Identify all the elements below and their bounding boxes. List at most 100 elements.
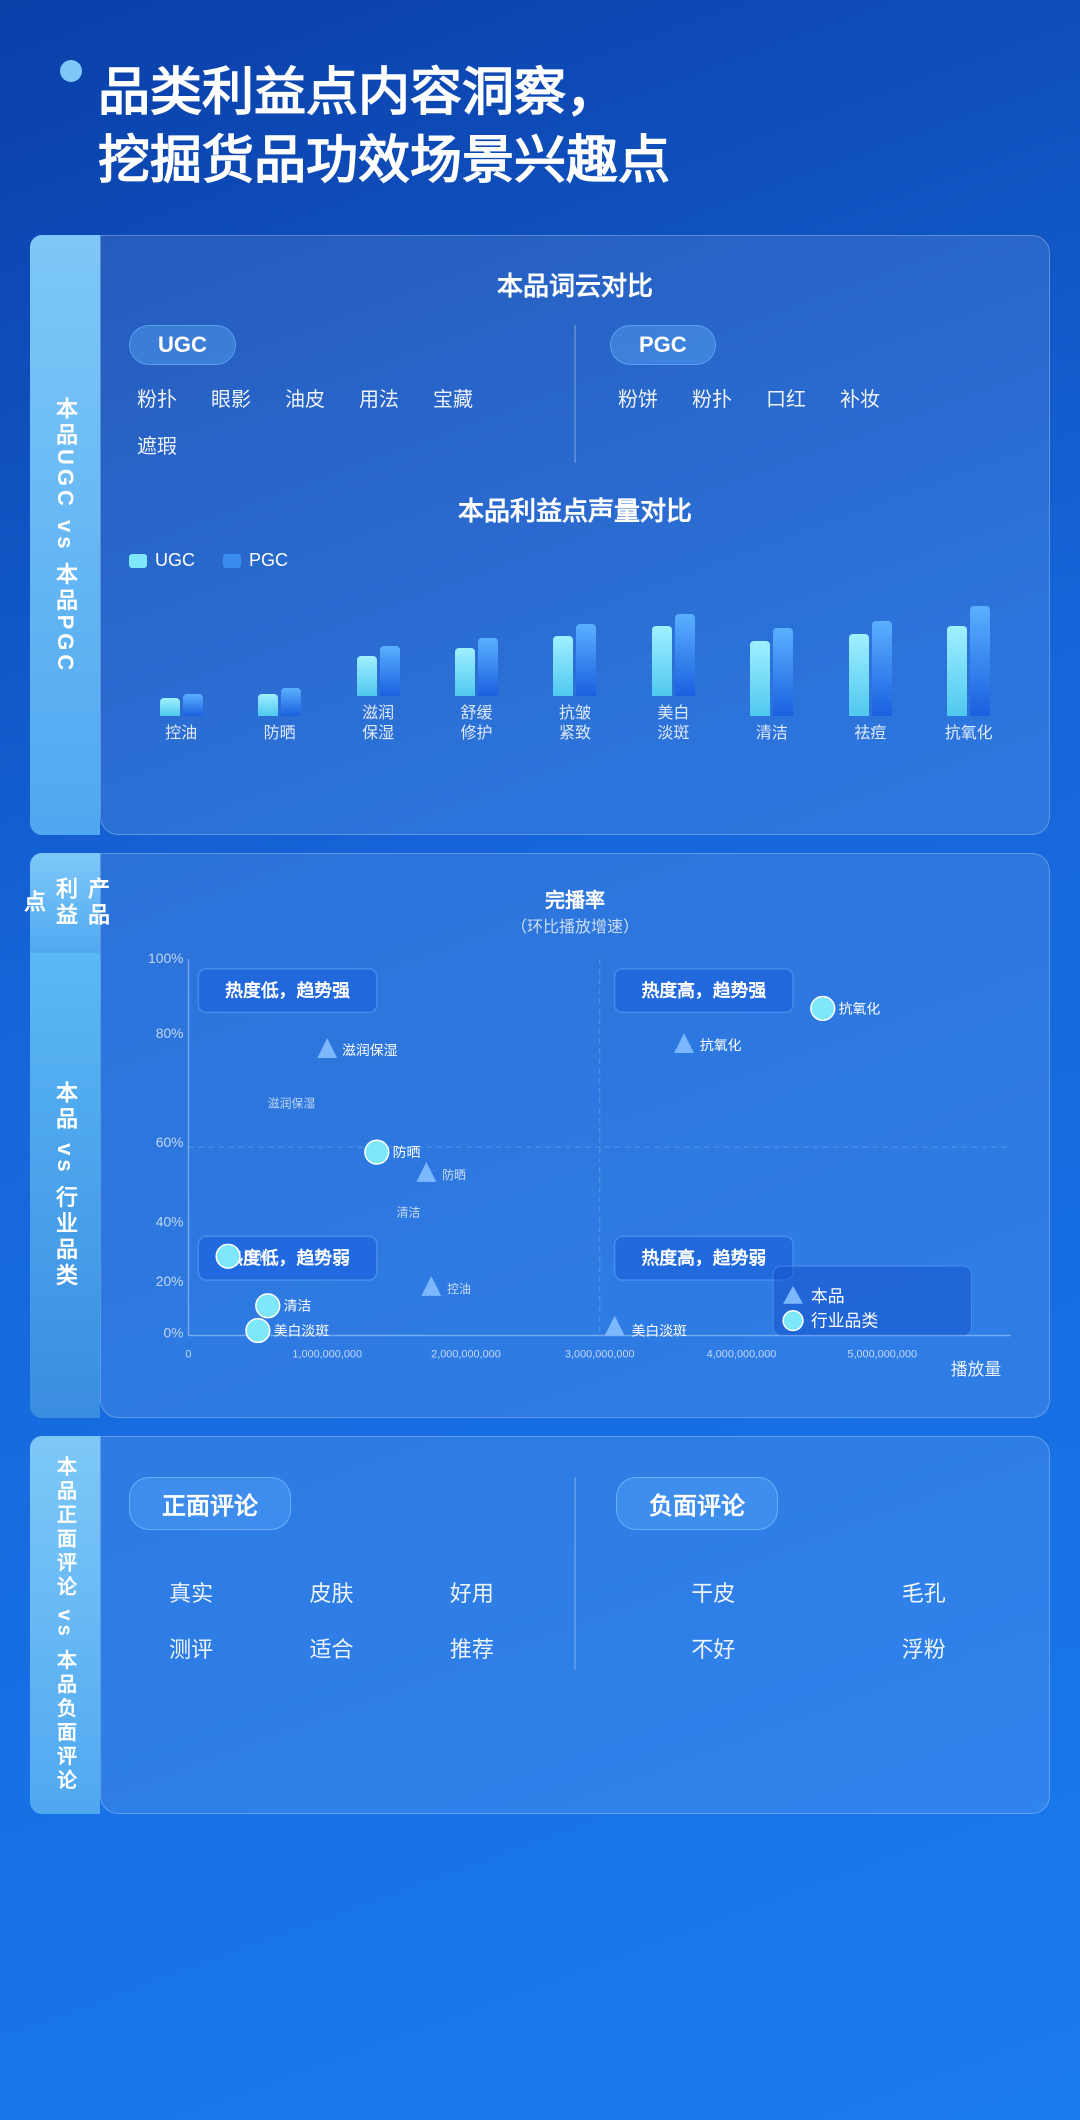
bar-label: 控油 — [165, 724, 197, 745]
svg-text:滋润保湿: 滋润保湿 — [342, 1042, 398, 1058]
bar-chart-title: 本品利益点声量对比 — [129, 491, 1021, 528]
tag: 好用 — [410, 1570, 534, 1614]
tag: 毛孔 — [827, 1570, 1022, 1614]
svg-text:防晒: 防晒 — [442, 1168, 466, 1182]
bar-pair — [160, 586, 203, 716]
ugc-words: 粉扑 眼影 油皮 用法 宝藏 遮瑕 — [129, 379, 540, 463]
bar-pair — [553, 566, 596, 696]
bar-pair — [849, 586, 892, 716]
legend-pgc-label: PGC — [249, 550, 288, 571]
svg-text:100%: 100% — [148, 950, 183, 966]
svg-text:0%: 0% — [163, 1325, 183, 1341]
bar-pair — [750, 586, 793, 716]
bar-pgc — [576, 624, 596, 696]
ugc-label: UGC — [129, 325, 236, 365]
bar-group: 抗氧化 — [927, 586, 1011, 745]
bar-pair — [947, 586, 990, 716]
bar-group: 舒缓修护 — [434, 566, 518, 746]
wc-word: 眼影 — [203, 379, 259, 416]
bar-chart: 控油 防晒 滋润保湿 — [129, 585, 1021, 745]
svg-text:热度高，趋势弱: 热度高，趋势弱 — [641, 1247, 766, 1268]
svg-text:控油: 控油 — [447, 1282, 471, 1296]
bar-ugc — [849, 634, 869, 716]
svg-text:40%: 40% — [156, 1214, 184, 1230]
pgc-words: 粉饼 粉扑 口红 补妆 — [610, 379, 1021, 416]
svg-text:抗氧化: 抗氧化 — [839, 1001, 881, 1017]
positive-tags: 真实 皮肤 好用 测评 适合 推荐 — [129, 1570, 534, 1670]
svg-text:5,000,000,000: 5,000,000,000 — [847, 1348, 917, 1360]
wc-word: 用法 — [351, 379, 407, 416]
ugc-col: UGC 粉扑 眼影 油皮 用法 宝藏 遮瑕 — [129, 325, 540, 463]
svg-text:滋润保湿: 滋润保湿 — [268, 1097, 316, 1111]
legend-pgc: PGC — [223, 550, 288, 571]
positive-col: 正面评论 真实 皮肤 好用 测评 适合 推荐 — [129, 1477, 534, 1670]
svg-text:播放量: 播放量 — [951, 1360, 1002, 1379]
section2-card: 完播率 （环比播放增速） 100% 80% 60% 40% 20% — [100, 853, 1050, 1418]
tag: 测评 — [129, 1626, 253, 1670]
comments-row: 正面评论 真实 皮肤 好用 测评 适合 推荐 负面评论 — [129, 1477, 1021, 1670]
section1-card: 本品词云对比 UGC 粉扑 眼影 油皮 用法 宝藏 遮瑕 PGC — [100, 235, 1050, 835]
bar-group: 控油 — [139, 586, 223, 745]
wc-word: 口红 — [758, 379, 814, 416]
header-title-line2: 挖掘货品功效场景兴趣点 — [98, 128, 670, 196]
svg-text:0: 0 — [185, 1348, 191, 1360]
bar-label: 抗氧化 — [945, 724, 993, 745]
svg-text:60%: 60% — [156, 1134, 184, 1150]
bar-pair — [652, 566, 695, 696]
tag: 皮肤 — [269, 1570, 393, 1614]
bar-label: 祛痘 — [854, 724, 886, 745]
wc-divider — [574, 325, 576, 463]
svg-text:1,000,000,000: 1,000,000,000 — [292, 1348, 362, 1360]
wc-word: 粉饼 — [610, 379, 666, 416]
bar-group: 防晒 — [237, 586, 321, 745]
section2-row: 产品利益点 本品 vs 行业品类 完播率 （环比播放增速） — [30, 853, 1050, 1418]
bar-ugc — [160, 698, 180, 716]
scatter-y-title: 完播率 （环比播放增速） — [129, 884, 1021, 937]
sidebar-label-section1: 本品UGC vs 本品PGC — [30, 235, 100, 835]
bar-pgc — [970, 606, 990, 716]
svg-text:2,000,000,000: 2,000,000,000 — [431, 1348, 501, 1360]
sidebar-label-top: 产品利益点 — [30, 853, 100, 953]
bar-ugc — [455, 648, 475, 696]
bar-ugc — [947, 626, 967, 716]
svg-text:防晒: 防晒 — [393, 1144, 421, 1160]
bar-ugc — [750, 641, 770, 716]
bar-label: 美白淡斑 — [657, 704, 689, 746]
bar-group: 滋润保湿 — [336, 566, 420, 746]
bar-pgc — [281, 688, 301, 716]
bar-pair — [258, 586, 301, 716]
svg-text:热度低，趋势强: 热度低，趋势强 — [225, 980, 350, 1001]
legend-box-pgc — [223, 554, 241, 568]
bar-label: 清洁 — [756, 724, 788, 745]
tag: 适合 — [269, 1626, 393, 1670]
legend-box-ugc — [129, 554, 147, 568]
comments-divider — [574, 1477, 576, 1670]
svg-text:4,000,000,000: 4,000,000,000 — [707, 1348, 777, 1360]
bar-label: 防晒 — [264, 724, 296, 745]
svg-text:清洁: 清洁 — [284, 1298, 312, 1314]
bar-label: 滋润保湿 — [362, 704, 394, 746]
bar-ugc — [258, 694, 278, 716]
svg-text:热度高，趋势强: 热度高，趋势强 — [641, 980, 766, 1001]
tag: 推荐 — [410, 1626, 534, 1670]
bar-group: 抗皱紧致 — [533, 566, 617, 746]
bar-pgc — [380, 646, 400, 696]
bar-chart-section: 本品利益点声量对比 UGC PGC — [129, 491, 1021, 745]
section1-row: 本品UGC vs 本品PGC 本品词云对比 UGC 粉扑 眼影 油皮 用法 宝藏… — [30, 235, 1050, 835]
negative-tags: 干皮 毛孔 不好 浮粉 — [616, 1570, 1021, 1670]
tag: 浮粉 — [827, 1626, 1022, 1670]
positive-header: 正面评论 — [129, 1477, 291, 1530]
wc-word: 宝藏 — [425, 379, 481, 416]
tag: 不好 — [616, 1626, 811, 1670]
wc-word: 粉扑 — [684, 379, 740, 416]
wc-word: 油皮 — [277, 379, 333, 416]
scatter-svg: 100% 80% 60% 40% 20% 0% 0 1,000,000,000 … — [129, 947, 1021, 1387]
pgc-col: PGC 粉饼 粉扑 口红 补妆 — [610, 325, 1021, 463]
bar-pgc — [183, 694, 203, 716]
svg-text:抗氧化: 抗氧化 — [700, 1037, 742, 1053]
bar-label: 抗皱紧致 — [559, 704, 591, 746]
wc-word: 粉扑 — [129, 379, 185, 416]
wc-word: 补妆 — [832, 379, 888, 416]
section3-card: 正面评论 真实 皮肤 好用 测评 适合 推荐 负面评论 — [100, 1436, 1050, 1813]
svg-text:20%: 20% — [156, 1273, 184, 1289]
